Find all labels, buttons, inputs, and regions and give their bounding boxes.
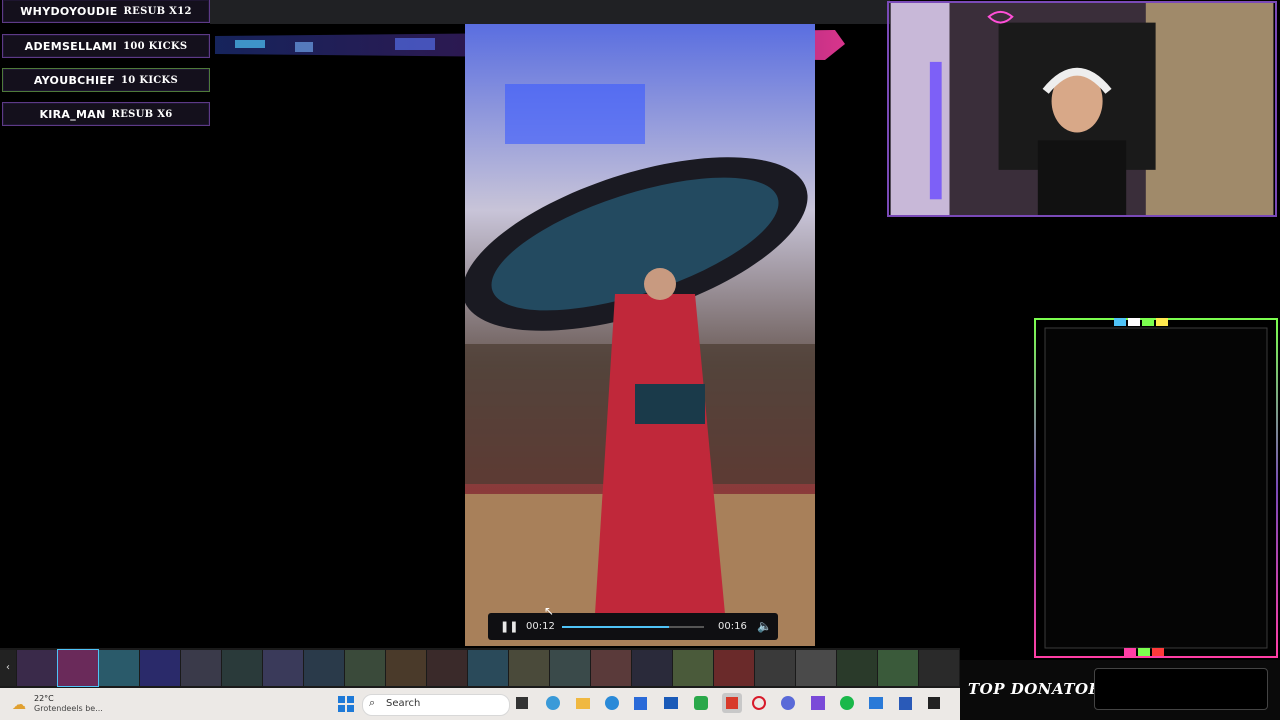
side-overlay-panel xyxy=(1034,318,1278,658)
thumbnail[interactable] xyxy=(714,650,754,686)
alert-username: KIRA_MAN xyxy=(39,107,106,121)
app-icon[interactable] xyxy=(928,697,940,709)
window-top-bar xyxy=(210,0,890,24)
thumbnail[interactable] xyxy=(222,650,262,686)
thumbnail-strip: ‹ xyxy=(0,648,960,688)
file-explorer-icon[interactable] xyxy=(576,698,590,709)
taskbar-search-box[interactable] xyxy=(362,694,510,716)
media-player-icon[interactable] xyxy=(726,697,738,709)
thumbnail[interactable] xyxy=(181,650,221,686)
thumbnail[interactable] xyxy=(632,650,672,686)
task-view-icon[interactable] xyxy=(516,697,528,709)
discord-icon[interactable] xyxy=(781,696,795,710)
thumbnail[interactable] xyxy=(304,650,344,686)
edge-browser-icon[interactable] xyxy=(605,696,619,710)
weather-description[interactable]: Grotendeels be... xyxy=(34,704,103,713)
thumbnail[interactable] xyxy=(878,650,918,686)
duration: 00:16 xyxy=(718,621,747,632)
thumbnail[interactable] xyxy=(263,650,303,686)
alert-username: AYOUBCHIEF xyxy=(33,73,116,87)
weather-icon[interactable]: ☁ xyxy=(12,697,26,713)
webcam-feed xyxy=(887,1,1277,217)
windows-start-icon[interactable] xyxy=(338,696,354,712)
thumbnail[interactable] xyxy=(427,650,467,686)
pause-icon[interactable]: ❚❚ xyxy=(500,620,518,633)
top-donator-title: TOP DONATOR xyxy=(968,680,1102,698)
alert-username: ADEMSELLAMI xyxy=(24,39,118,53)
alert-item: AYOUBCHIEF 10 KICKS xyxy=(2,68,210,92)
seek-bar-fill xyxy=(562,626,669,628)
taskbar-search-label: Search xyxy=(386,698,421,709)
thumbnail[interactable] xyxy=(550,650,590,686)
thumbnail[interactable] xyxy=(99,650,139,686)
spotify-icon[interactable] xyxy=(840,696,854,710)
thumbnail[interactable] xyxy=(140,650,180,686)
volume-icon[interactable]: 🔈 xyxy=(757,619,772,633)
app-icon[interactable] xyxy=(869,697,883,709)
thumbnail[interactable] xyxy=(591,650,631,686)
chevron-left-icon[interactable]: ‹ xyxy=(0,650,16,686)
thumbnail-selected[interactable] xyxy=(57,649,99,687)
current-time: 00:12 xyxy=(526,621,555,632)
thumbnail[interactable] xyxy=(509,650,549,686)
thumbnail[interactable] xyxy=(796,650,836,686)
thumbnail[interactable] xyxy=(755,650,795,686)
alert-item: KIRA_MAN RESUB X6 xyxy=(2,102,210,126)
thumbnail[interactable] xyxy=(673,650,713,686)
store-icon[interactable] xyxy=(634,697,647,710)
top-donator-box xyxy=(1094,668,1268,710)
opera-icon[interactable] xyxy=(752,696,766,710)
copilot-icon[interactable] xyxy=(546,696,560,710)
alert-item: WHYDOYOUDIE RESUB X12 xyxy=(2,0,210,23)
thumbnail[interactable] xyxy=(919,650,959,686)
thumbnail[interactable] xyxy=(345,650,385,686)
weather-temperature[interactable]: 22°C xyxy=(34,694,54,703)
alert-username: WHYDOYOUDIE xyxy=(20,4,118,18)
thumbnail[interactable] xyxy=(386,650,426,686)
alert-detail: RESUB X6 xyxy=(111,108,173,120)
thumbnail[interactable] xyxy=(17,650,57,686)
teams-icon[interactable] xyxy=(811,696,825,710)
outlook-icon[interactable] xyxy=(899,697,912,710)
alert-detail: RESUB X12 xyxy=(123,5,192,17)
alert-detail: 10 KICKS xyxy=(121,74,179,86)
alert-item: ADEMSELLAMI 100 KICKS xyxy=(2,34,210,58)
alert-detail: 100 KICKS xyxy=(123,40,188,52)
search-icon: ⌕ xyxy=(369,696,376,709)
mouse-cursor-icon: ↖ xyxy=(544,604,555,618)
mail-icon[interactable] xyxy=(664,697,678,709)
video-player[interactable] xyxy=(465,24,815,646)
app-icon[interactable] xyxy=(694,696,708,710)
thumbnail[interactable] xyxy=(468,650,508,686)
thumbnail[interactable] xyxy=(837,650,877,686)
